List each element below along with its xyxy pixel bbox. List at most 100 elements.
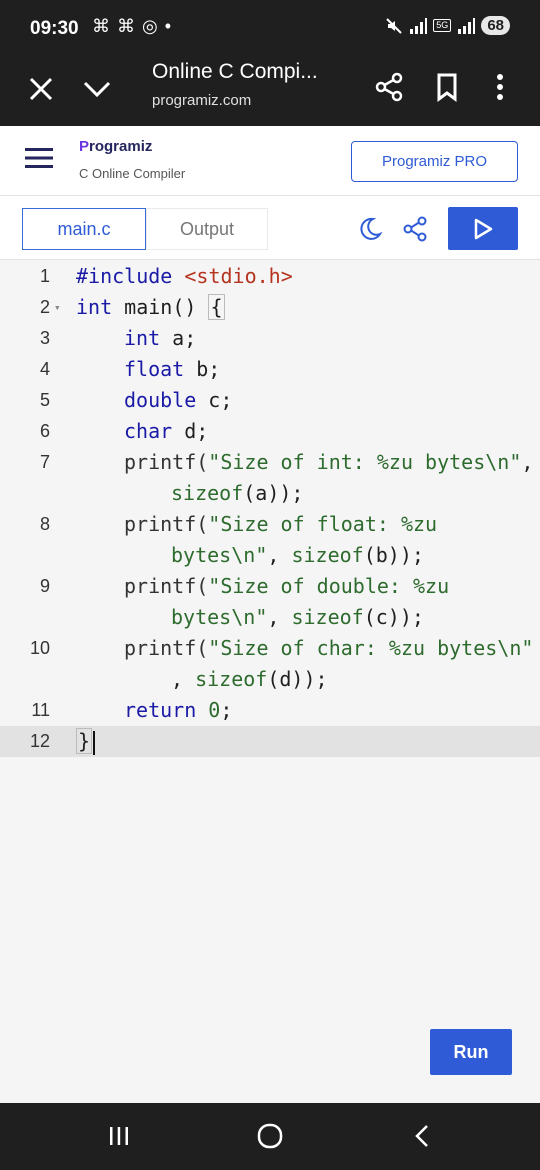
code-line: 8 printf("Size of float: %zu: [0, 509, 540, 540]
code-text: sizeof(a));: [171, 478, 303, 509]
site-header: Programiz C Online Compiler Programiz PR…: [0, 126, 540, 196]
line-number: 4: [39, 359, 50, 379]
share-icon: [403, 216, 427, 242]
line-number: 8: [39, 514, 50, 534]
code-line-wrap: bytes\n", sizeof(b));: [0, 540, 540, 571]
line-number: 11: [31, 700, 50, 720]
tab-output[interactable]: Output: [146, 208, 268, 250]
code-text: , sizeof(d));: [171, 664, 328, 695]
theme-toggle-button[interactable]: [357, 216, 383, 242]
token-plain: main(): [112, 295, 209, 319]
more-options-button[interactable]: [488, 70, 512, 104]
programiz-pro-button[interactable]: Programiz PRO: [351, 141, 518, 182]
hamburger-icon: [25, 148, 53, 168]
page-title: Online C Compi...: [152, 60, 318, 83]
share-icon: [375, 72, 403, 102]
run-button[interactable]: Run: [430, 1029, 512, 1075]
token-string: ": [509, 450, 522, 474]
programiz-logo[interactable]: Programiz: [79, 138, 152, 155]
code-text: printf("Size of char: %zu bytes\n": [124, 633, 533, 664]
matched-brace: {: [208, 294, 225, 320]
token-escape: \n: [231, 543, 256, 567]
line-number: 6: [39, 421, 50, 441]
logo-text: rogramiz: [89, 138, 153, 155]
chevron-down-icon: [83, 81, 111, 98]
run-play-button[interactable]: [448, 207, 518, 250]
token-keyword: #include: [76, 264, 173, 288]
share-code-button[interactable]: [402, 216, 428, 242]
home-button[interactable]: [255, 1121, 285, 1151]
token-escape: \n: [485, 450, 510, 474]
signal-icon: [410, 17, 428, 34]
token-function: printf(: [124, 450, 209, 474]
expand-button[interactable]: [80, 72, 114, 106]
tab-main-c[interactable]: main.c: [22, 208, 146, 250]
code-text: int a;: [124, 323, 196, 354]
code-line: 7 printf("Size of int: %zu bytes\n",: [0, 447, 540, 478]
home-icon: [257, 1123, 283, 1149]
token-plain: ;: [220, 698, 233, 722]
fold-toggle-icon[interactable]: ▾: [54, 292, 61, 323]
status-right-icons: 5G 68: [385, 16, 510, 35]
token-string: "Size of double: %zu: [208, 574, 450, 598]
code-text: bytes\n", sizeof(b));: [171, 540, 424, 571]
back-button[interactable]: [410, 1123, 436, 1149]
line-number: 9: [39, 576, 50, 596]
matched-brace: }: [76, 728, 93, 754]
mute-icon: [386, 17, 403, 34]
logo-mark: P: [79, 138, 90, 155]
code-editor[interactable]: 1 #include <stdio.h> 2 ▾ int main() { 3 …: [0, 261, 540, 1103]
token-plain: (d));: [267, 667, 328, 691]
code-text: double c;: [124, 385, 232, 416]
code-line: 9 printf("Size of double: %zu: [0, 571, 540, 602]
token-keyword: return: [124, 698, 197, 722]
token-function: printf(: [124, 512, 209, 536]
code-text: printf("Size of int: %zu bytes\n",: [124, 447, 533, 478]
bookmark-button[interactable]: [432, 70, 462, 104]
token-string: ": [255, 605, 268, 629]
moon-icon: [360, 217, 383, 240]
code-text: #include <stdio.h>: [76, 261, 293, 292]
line-number: 1: [39, 266, 50, 286]
bookmark-icon: [437, 73, 457, 102]
token-builtin: sizeof: [195, 667, 268, 691]
token-plain: a;: [160, 326, 197, 350]
token-plain: d;: [172, 419, 209, 443]
token-keyword: double: [124, 388, 197, 412]
network-type: 5G: [433, 19, 452, 32]
token-plain: ,: [267, 543, 292, 567]
token-plain: ,: [521, 450, 534, 474]
recent-apps-button[interactable]: [106, 1123, 132, 1149]
token-string: "Size of float: %zu: [208, 512, 438, 536]
status-bar: 09:30 ⌘ ⌘ ◎ • 5G 68: [0, 0, 540, 56]
token-keyword: int: [124, 326, 161, 350]
token-string: "Size of char: %zu bytes: [208, 636, 498, 660]
token-string: "Size of int: %zu bytes: [208, 450, 486, 474]
token-builtin: sizeof: [171, 481, 244, 505]
code-text: int main() {: [76, 292, 225, 323]
token-plain: ,: [267, 605, 292, 629]
token-plain: (c));: [363, 605, 424, 629]
token-plain: c;: [196, 388, 233, 412]
token-keyword: float: [124, 357, 185, 381]
code-line-wrap: bytes\n", sizeof(c));: [0, 602, 540, 633]
token-string: bytes: [171, 543, 232, 567]
code-text: float b;: [124, 354, 220, 385]
token-string: ": [521, 636, 534, 660]
share-button[interactable]: [372, 70, 406, 104]
code-line: 10 printf("Size of char: %zu bytes\n": [0, 633, 540, 664]
menu-button[interactable]: [25, 146, 53, 170]
line-number: 3: [39, 328, 50, 348]
recent-apps-icon: [110, 1127, 128, 1145]
line-number: 7: [39, 452, 50, 472]
code-line-active: 12 }: [0, 726, 540, 757]
token-keyword: char: [124, 419, 173, 443]
code-line: 2 ▾ int main() {: [0, 292, 540, 323]
token-function: printf(: [124, 636, 209, 660]
close-tab-button[interactable]: [24, 72, 58, 106]
token-include: <stdio.h>: [184, 264, 293, 288]
token-plain: (a));: [243, 481, 304, 505]
notification-icons: ⌘ ⌘ ◎ •: [92, 16, 173, 36]
code-line-wrap: , sizeof(d));: [0, 664, 540, 695]
token-escape: \n: [231, 605, 256, 629]
